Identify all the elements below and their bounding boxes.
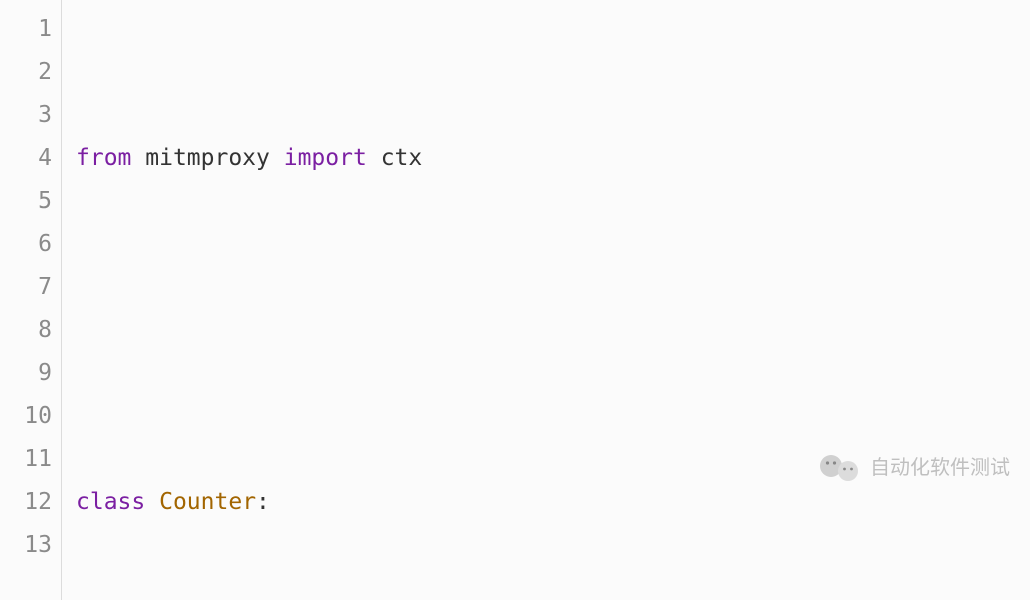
wechat-icon (818, 366, 862, 570)
line-number-gutter: 1 2 3 4 5 6 7 8 9 10 11 12 13 (0, 0, 62, 600)
keyword-class: class (76, 489, 145, 515)
line-number: 9 (0, 352, 52, 395)
module-name: mitmproxy (145, 145, 270, 171)
line-number: 11 (0, 438, 52, 481)
line-number: 6 (0, 223, 52, 266)
code-line (76, 309, 1030, 352)
code-line: from mitmproxy import ctx (76, 137, 1030, 180)
colon: : (256, 489, 270, 515)
watermark: 自动化软件测试 (818, 366, 1010, 570)
keyword-import: import (284, 145, 367, 171)
import-name: ctx (381, 145, 423, 171)
line-number: 1 (0, 8, 52, 51)
line-number: 8 (0, 309, 52, 352)
line-number: 3 (0, 94, 52, 137)
class-name: Counter (159, 489, 256, 515)
line-number: 2 (0, 51, 52, 94)
line-number: 13 (0, 524, 52, 567)
code-content: from mitmproxy import ctx class Counter:… (62, 0, 1030, 600)
line-number: 5 (0, 180, 52, 223)
code-line: class Counter: (76, 481, 1030, 524)
line-number: 4 (0, 137, 52, 180)
line-number: 7 (0, 266, 52, 309)
line-number: 12 (0, 481, 52, 524)
line-number: 10 (0, 395, 52, 438)
keyword-from: from (76, 145, 131, 171)
code-editor: 1 2 3 4 5 6 7 8 9 10 11 12 13 from mitmp… (0, 0, 1030, 600)
